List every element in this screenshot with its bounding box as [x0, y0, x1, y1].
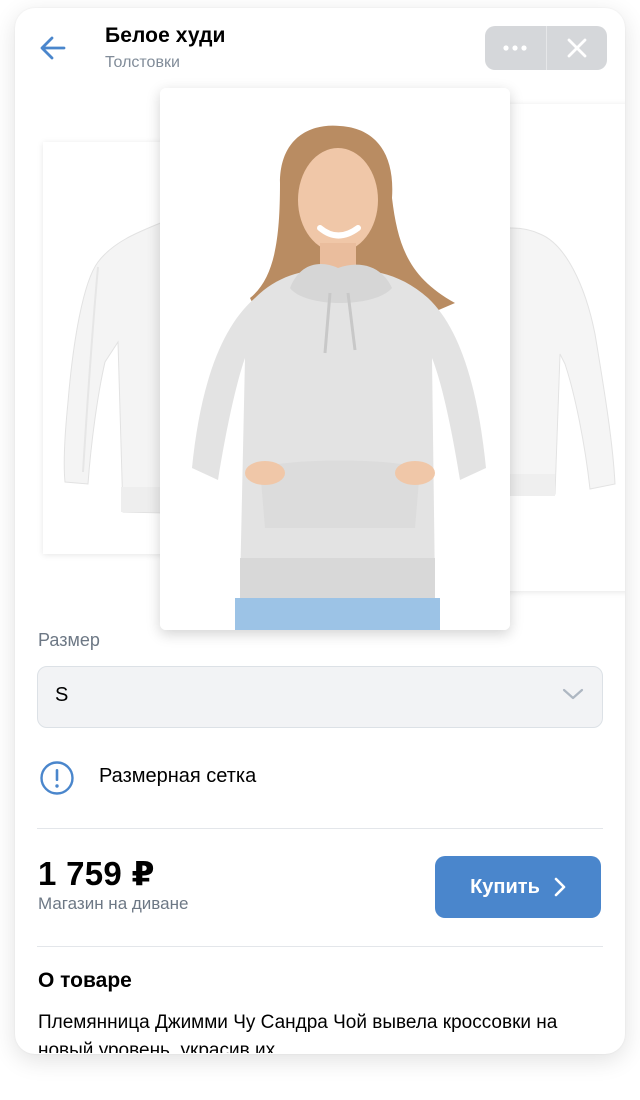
arrow-left-icon	[40, 36, 66, 60]
product-card: Белое худи Толстовки Размер S Размерная …	[15, 8, 625, 1054]
more-horizontal-icon	[503, 45, 527, 51]
woman-grey-hoodie-image	[160, 88, 510, 630]
size-select[interactable]: S	[37, 666, 603, 728]
about-text: Племянница Джимми Чу Сандра Чой вывела к…	[38, 1012, 558, 1053]
chevron-right-icon	[554, 877, 566, 897]
about-title: О товаре	[38, 969, 132, 992]
header: Белое худи Толстовки	[15, 8, 625, 86]
back-button[interactable]	[35, 30, 71, 66]
gallery-image-main[interactable]	[160, 88, 510, 630]
divider	[37, 828, 603, 829]
size-select-value: S	[55, 684, 69, 706]
close-button[interactable]	[547, 26, 608, 70]
divider	[37, 946, 603, 947]
size-label: Размер	[38, 630, 100, 650]
store-name[interactable]: Магазин на диване	[38, 894, 188, 914]
page-title: Белое худи	[105, 24, 226, 47]
chevron-down-icon	[562, 687, 584, 706]
price: 1 759 ₽	[38, 855, 155, 892]
close-icon	[567, 38, 587, 58]
size-chart-label: Размерная сетка	[99, 765, 257, 787]
page-subtitle: Толстовки	[105, 54, 180, 71]
size-chart-link[interactable]: Размерная сетка	[37, 756, 603, 800]
more-button[interactable]	[485, 26, 546, 70]
image-gallery[interactable]	[15, 88, 625, 643]
buy-button[interactable]: Купить	[435, 856, 601, 918]
info-icon	[39, 760, 75, 801]
window-controls	[485, 26, 607, 70]
buy-button-label: Купить	[470, 875, 540, 898]
